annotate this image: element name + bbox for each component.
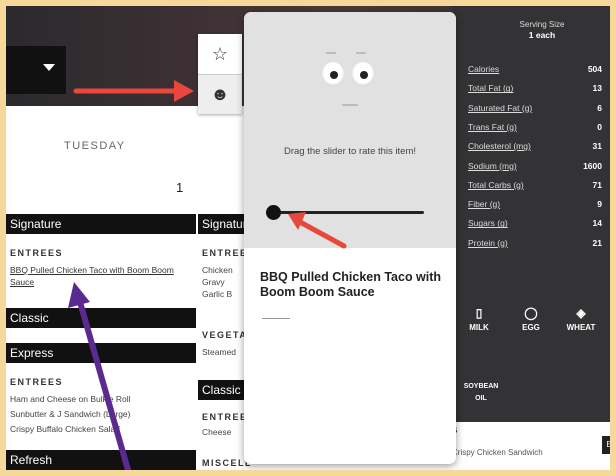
allergen-label: WHEAT — [566, 323, 596, 332]
entrees-label: ENTREES — [202, 412, 250, 422]
mouth — [342, 104, 358, 106]
entrees-label: ENTREES — [202, 248, 250, 258]
eye — [352, 62, 374, 86]
rating-popup: Drag the slider to rate this item! BBQ P… — [244, 12, 456, 464]
allergen-wheat: ◈ WHEAT — [558, 306, 604, 332]
serving-size: Serving Size 1 each — [492, 20, 592, 40]
nutrition-row: Trans Fat (g) 0 — [468, 122, 602, 132]
rating-prompt: Drag the slider to rate this item! — [284, 146, 416, 157]
nutrition-row: Sugars (g) 14 — [468, 218, 602, 228]
nutrition-panel: Serving Size 1 each Calories 504 Total Fat… — [452, 6, 610, 422]
menu-item[interactable]: Sunbutter & J Sandwich (Large) — [10, 408, 130, 420]
day-label: TUESDAY — [64, 140, 126, 152]
menu-column-tuesday: TUESDAY 1 Signature ENTREES BBQ Pulled C… — [6, 106, 196, 470]
nutrition-row: Saturated Fat (g) 6 — [468, 103, 602, 113]
egg-icon: ◯ — [524, 306, 538, 320]
nutrition-label[interactable]: Trans Fat (g) — [468, 122, 517, 132]
section-refresh: Refresh — [6, 450, 196, 470]
nutrition-row: Cholesterol (mg) 31 — [468, 141, 602, 151]
nutrition-label[interactable]: Saturated Fat (g) — [468, 103, 532, 113]
nutrition-value: 504 — [587, 64, 602, 74]
favorite-button[interactable]: ☆ — [198, 34, 242, 74]
face-icon — [314, 48, 384, 118]
section-express: Express — [6, 343, 196, 363]
menu-item[interactable]: Gravy — [202, 276, 225, 288]
nutrition-label[interactable]: Sodium (mg) — [468, 161, 517, 171]
menu-item[interactable]: Crispy Buffalo Chicken Salad — [10, 423, 120, 435]
star-outline-icon: ☆ — [211, 43, 229, 64]
rating-slider-track[interactable] — [268, 211, 424, 214]
section-signature: Signature — [198, 214, 250, 234]
rate-button[interactable]: ☻ — [198, 74, 242, 114]
allergen-soybean-oil: SOYBEAN OIL — [463, 383, 499, 402]
menu-item[interactable]: Ham and Cheese on Bulkie Roll — [10, 393, 130, 405]
menu-item[interactable]: Cheese — [202, 426, 231, 438]
nutrition-value: 1600 — [583, 160, 602, 171]
item-title: BBQ Pulled Chicken Taco with Boom Boom S… — [260, 270, 442, 299]
menu-item[interactable]: Steamed — [202, 346, 236, 358]
eyebrow — [356, 52, 366, 54]
nutrition-label[interactable]: Protein (g) — [468, 238, 508, 248]
nutrition-value: 21 — [592, 237, 602, 248]
menu-item-link[interactable]: BBQ Pulled Chicken Taco with Boom Boom S… — [10, 264, 192, 288]
nutrition-label[interactable]: Cholesterol (mg) — [468, 141, 531, 151]
menu-item[interactable]: Garlic B — [202, 288, 232, 300]
nutrition-row: Fiber (g) 9 — [468, 199, 602, 209]
page: TUESDAY 1 Signature ENTREES BBQ Pulled C… — [6, 6, 610, 470]
nutrition-label[interactable]: Total Carbs (g) — [468, 180, 524, 190]
nutrition-row: Protein (g) 21 — [468, 238, 602, 248]
serving-size-label: Serving Size — [519, 20, 565, 29]
nutrition-value: 31 — [592, 141, 602, 152]
allergen-label: EGG — [522, 323, 540, 332]
milk-icon: ▯ — [475, 306, 483, 320]
allergen-egg: ◯ EGG — [508, 306, 554, 332]
nutrition-label[interactable]: Total Fat (g) — [468, 83, 513, 93]
menu-column-wednesday: Signature ENTREES Chicken Gravy Garlic B… — [198, 106, 250, 470]
date-label: 1 — [176, 180, 184, 195]
nutrition-value: 0 — [597, 121, 602, 132]
rating-area: Drag the slider to rate this item! — [244, 12, 456, 248]
nutrition-value: 14 — [592, 218, 602, 229]
nutrition-row: Total Fat (g) 13 — [468, 83, 602, 93]
item-action-rail: ☆ ☻ — [198, 34, 242, 114]
entrees-label: ENTREES — [10, 248, 64, 258]
serving-size-value: 1 each — [528, 30, 556, 40]
section-signature: Signature — [6, 214, 196, 234]
nutrition-label[interactable]: Fiber (g) — [468, 199, 500, 209]
menu-item[interactable]: Crispy Chicken Sandwich — [452, 448, 543, 457]
nutrition-row: Total Carbs (g) 71 — [468, 180, 602, 190]
menu-item[interactable]: Chicken — [202, 264, 233, 276]
chevron-down-icon — [43, 64, 55, 71]
smiley-face-icon: ☻ — [210, 84, 230, 104]
nutrition-value: 9 — [597, 199, 602, 210]
section-classic: Classic — [198, 380, 250, 400]
nutrition-value: 13 — [592, 83, 602, 94]
vegetables-label: VEGETABLES — [202, 330, 250, 340]
section-classic: Classic — [6, 308, 196, 328]
nutrition-label[interactable]: Calories — [468, 64, 499, 74]
nutrition-label[interactable]: Sugars (g) — [468, 218, 508, 228]
divider — [262, 318, 290, 319]
eyebrow — [326, 52, 336, 54]
week-dropdown[interactable] — [6, 46, 66, 94]
rating-slider-handle[interactable] — [266, 205, 281, 220]
nutrition-row: Sodium (mg) 1600 — [468, 161, 602, 171]
export-button[interactable]: Ex — [602, 436, 610, 454]
menu-column-thursday: S Crispy Chicken Sandwich Ex — [452, 422, 610, 470]
miscellaneous-label: MISCELLANEOUS — [202, 458, 250, 468]
wheat-icon: ◈ — [576, 306, 586, 320]
allergen-label: MILK — [469, 323, 489, 332]
eye — [322, 62, 344, 86]
allergen-milk: ▯ MILK — [456, 306, 502, 332]
nutrition-row: Calories 504 — [468, 64, 602, 74]
nutrition-value: 6 — [597, 102, 602, 113]
entrees-label: ENTREES — [10, 377, 64, 387]
nutrition-value: 71 — [592, 179, 602, 190]
